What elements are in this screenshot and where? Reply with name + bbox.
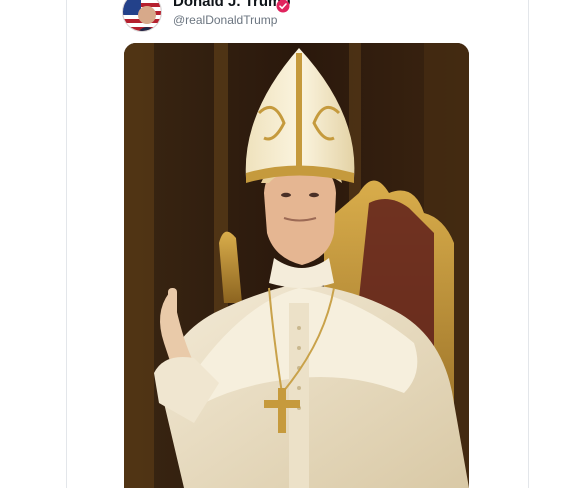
verified-badge-icon [276,0,290,13]
timeline-left-border [66,0,67,488]
author-name[interactable]: Donald J. Trump [173,0,291,9]
pope-portrait-image [124,43,469,488]
timeline-right-border [528,0,529,488]
author-handle[interactable]: @realDonaldTrump [173,13,277,27]
author-avatar[interactable] [122,0,162,32]
avatar-flag-icon [123,0,161,31]
post-header: Donald J. Trump @realDonaldTrump [122,0,422,32]
post-media-image[interactable] [124,43,469,488]
